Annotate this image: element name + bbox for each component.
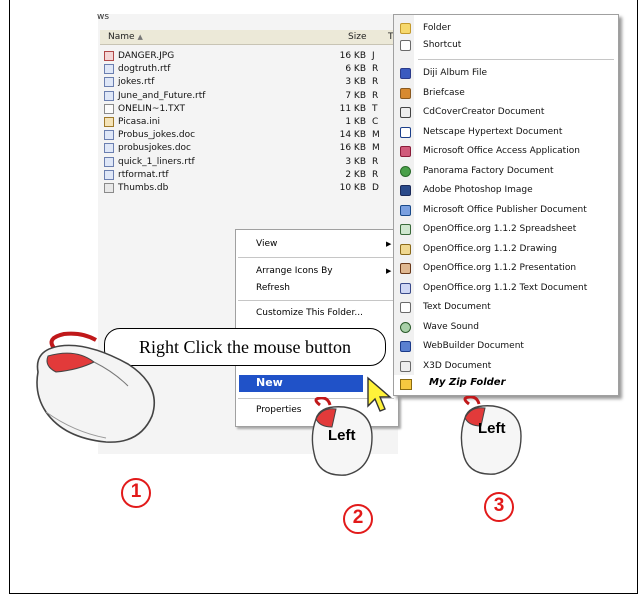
menu-separator	[238, 300, 394, 301]
db-file-icon	[104, 182, 114, 193]
oo-presentation-icon	[400, 263, 411, 274]
menu-item-view[interactable]: View	[256, 239, 277, 249]
text-file-icon	[104, 103, 114, 114]
webbuilder-icon	[400, 341, 411, 352]
x3d-icon	[400, 360, 411, 372]
submenu-item-oo-drawing[interactable]: OpenOffice.org 1.1.2 Drawing	[394, 241, 618, 260]
column-header: Name ▲ Size T	[100, 30, 396, 45]
submenu-item-cdcover[interactable]: CdCoverCreator Document	[394, 104, 618, 123]
window-title-fragment: ws	[97, 12, 110, 22]
rtf-file-icon	[104, 77, 114, 88]
photoshop-icon	[400, 185, 411, 196]
rtf-file-icon	[104, 90, 114, 101]
menu-item-properties[interactable]: Properties	[256, 405, 301, 415]
column-name-header[interactable]: Name ▲	[108, 32, 143, 42]
menu-item-customize[interactable]: Customize This Folder...	[256, 308, 363, 318]
file-row[interactable]: Picasa.ini 1 KB C	[100, 116, 396, 129]
doc-file-icon	[104, 143, 114, 154]
publisher-icon	[400, 204, 411, 216]
mouse-illustration-3	[460, 396, 522, 475]
step-2-number: 2	[352, 507, 364, 528]
access-icon	[400, 146, 411, 157]
file-row[interactable]: June_and_Future.rtf 7 KB R	[100, 90, 396, 103]
file-row[interactable]: ONELIN~1.TXT 11 KB T	[100, 103, 396, 116]
file-row[interactable]: quick_1_liners.rtf 3 KB R	[100, 156, 396, 169]
rtf-file-icon	[104, 156, 114, 167]
submenu-arrow-icon: ▶	[386, 267, 392, 275]
panorama-icon	[400, 165, 411, 177]
oo-text-icon	[400, 282, 411, 294]
menu-item-arrange-icons[interactable]: Arrange Icons By	[256, 266, 333, 276]
submenu-item-oo-text[interactable]: OpenOffice.org 1.1.2 Text Document	[394, 280, 618, 299]
ini-file-icon	[104, 116, 114, 127]
submenu-item-webbuilder[interactable]: WebBuilder Document	[394, 338, 618, 357]
menu-separator	[238, 257, 394, 258]
file-row[interactable]: probusjokes.doc 16 KB M	[100, 142, 396, 155]
file-row[interactable]: dogtruth.rtf 6 KB R	[100, 63, 396, 76]
file-list: DANGER.JPG 16 KB J dogtruth.rtf 6 KB R jokes…	[100, 50, 396, 195]
briefcase-icon	[400, 87, 411, 99]
menu-item-new-label: New	[256, 376, 283, 389]
text-document-icon	[400, 302, 411, 313]
folder-icon	[400, 23, 411, 34]
submenu-arrow-icon: ▶	[386, 240, 392, 248]
netscape-icon	[400, 126, 411, 138]
wave-sound-icon	[400, 321, 411, 333]
rtf-file-icon	[104, 64, 114, 75]
diji-album-icon	[400, 68, 411, 79]
shortcut-icon	[400, 40, 411, 51]
image-file-icon	[104, 51, 114, 61]
file-row[interactable]: DANGER.JPG 16 KB J	[100, 50, 396, 63]
zip-folder-icon	[400, 379, 412, 390]
doc-file-icon	[104, 130, 114, 141]
zip-folder-label: My Zip Folder	[429, 377, 506, 388]
submenu-item-diji-album[interactable]: Diji Album File	[394, 65, 618, 84]
oo-drawing-icon	[400, 243, 411, 255]
column-size-header[interactable]: Size	[348, 32, 366, 42]
cdcover-icon	[400, 107, 411, 118]
step-3-number: 3	[493, 495, 505, 516]
submenu-item-x3d[interactable]: X3D Document	[394, 358, 618, 377]
file-row[interactable]: rtformat.rtf 2 KB R	[100, 169, 396, 182]
file-row[interactable]: jokes.rtf 3 KB R	[100, 76, 396, 89]
submenu-item-text-document[interactable]: Text Document	[394, 299, 618, 318]
step-1-number: 1	[130, 481, 142, 502]
rtf-file-icon	[104, 169, 114, 180]
menu-item-refresh[interactable]: Refresh	[256, 283, 290, 293]
left-click-label: Left	[478, 420, 506, 437]
submenu-item-briefcase[interactable]: Briefcase	[394, 85, 618, 104]
submenu-item-photoshop[interactable]: Adobe Photoshop Image	[394, 182, 618, 201]
submenu-item-panorama[interactable]: Panorama Factory Document	[394, 163, 618, 182]
mouse-illustration-1	[36, 331, 156, 443]
submenu-item-oo-presentation[interactable]: OpenOffice.org 1.1.2 Presentation	[394, 260, 618, 279]
file-row[interactable]: Thumbs.db 10 KB D	[100, 182, 396, 195]
submenu-item-shortcut[interactable]: Shortcut	[394, 37, 618, 56]
oo-spreadsheet-icon	[400, 224, 411, 235]
submenu-item-access[interactable]: Microsoft Office Access Application	[394, 143, 618, 162]
submenu-item-oo-spreadsheet[interactable]: OpenOffice.org 1.1.2 Spreadsheet	[394, 221, 618, 240]
submenu-item-wave-sound[interactable]: Wave Sound	[394, 319, 618, 338]
new-submenu: Folder Shortcut Diji Album File Briefcas…	[393, 14, 619, 396]
left-click-label: Left	[328, 427, 356, 444]
submenu-item-netscape[interactable]: Netscape Hypertext Document	[394, 124, 618, 143]
submenu-item-publisher[interactable]: Microsoft Office Publisher Document	[394, 202, 618, 221]
file-row[interactable]: Probus_jokes.doc 14 KB M	[100, 129, 396, 142]
